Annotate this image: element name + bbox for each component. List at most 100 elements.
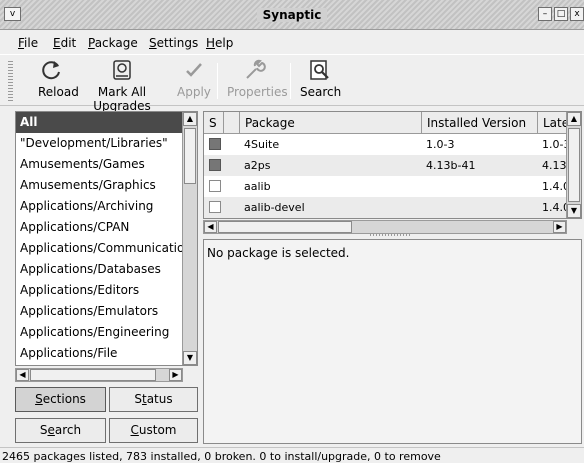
menu-edit-mnemonic: E — [53, 36, 61, 50]
hscroll-thumb[interactable] — [218, 221, 352, 233]
package-name: a2ps — [244, 159, 271, 172]
status-label: atus — [146, 392, 173, 406]
package-table[interactable]: S Package Installed Version Lates 4Suite… — [203, 111, 582, 219]
section-list-scrollbar[interactable]: ▲ ▼ — [182, 112, 197, 365]
scroll-left-arrow-icon[interactable]: ◀ — [204, 221, 217, 233]
reload-icon — [42, 61, 60, 80]
section-item[interactable]: Applications/File — [16, 343, 182, 364]
custom-button[interactable]: Custom — [109, 418, 198, 443]
apply-button[interactable]: Apply — [177, 58, 211, 99]
column-header-latest-version[interactable]: Lates — [538, 112, 568, 134]
scroll-up-arrow-icon[interactable]: ▲ — [567, 112, 581, 126]
menu-bar: File Edit Package Settings Help — [0, 31, 584, 53]
hscroll-thumb[interactable] — [30, 369, 156, 381]
package-name: aalib-devel — [244, 201, 305, 214]
column-header-package[interactable]: Package — [240, 112, 422, 134]
sections-mnemonic: S — [35, 392, 43, 406]
minimize-button[interactable]: – — [538, 7, 552, 21]
latest-version: 1.4.0 — [542, 180, 566, 193]
scroll-thumb[interactable] — [184, 128, 196, 184]
menu-help[interactable]: Help — [206, 36, 233, 50]
properties-label: Properties — [227, 85, 288, 99]
apply-label: Apply — [177, 85, 211, 99]
scroll-right-arrow-icon[interactable]: ▶ — [169, 369, 182, 381]
menu-help-mnemonic: H — [206, 36, 216, 50]
section-item[interactable]: Applications/Engineering — [16, 322, 182, 343]
scroll-right-arrow-icon[interactable]: ▶ — [553, 221, 566, 233]
table-row[interactable]: a2ps 4.13b-41 4.13b — [204, 155, 566, 176]
installed-status-icon[interactable] — [209, 138, 221, 150]
latest-version: 4.13b — [542, 159, 566, 172]
package-table-scrollbar[interactable]: ▲ ▼ — [566, 112, 581, 218]
mark-upgrades-icon — [113, 60, 131, 80]
mark-all-upgrades-button[interactable]: Mark All Upgrades — [72, 58, 172, 113]
search-label: Search — [300, 85, 342, 99]
column-header-installed-version[interactable]: Installed Version — [422, 112, 538, 134]
close-button[interactable]: x — [570, 7, 584, 21]
menu-package-label: ackage — [94, 36, 138, 50]
properties-button[interactable]: Properties — [227, 58, 288, 99]
installed-status-icon[interactable] — [209, 159, 221, 171]
not-installed-status-icon[interactable] — [209, 180, 221, 192]
menu-package-mnemonic: P — [88, 36, 95, 50]
scroll-up-arrow-icon[interactable]: ▲ — [183, 112, 197, 126]
section-item[interactable]: "Development/Libraries" — [16, 133, 182, 154]
status-label-start: S — [134, 392, 142, 406]
toolbar-grip[interactable] — [8, 61, 13, 101]
wrench-icon — [246, 59, 266, 79]
reload-button[interactable]: Reload — [38, 58, 79, 99]
section-item-all[interactable]: All — [16, 112, 182, 133]
not-installed-status-icon[interactable] — [209, 201, 221, 213]
sections-button[interactable]: Sections — [15, 387, 106, 412]
status-bar: 2465 packages listed, 783 installed, 0 b… — [0, 447, 584, 463]
status-button[interactable]: Status — [109, 387, 198, 412]
section-list[interactable]: All "Development/Libraries" Amusements/G… — [15, 111, 198, 366]
menu-settings-label: ettings — [156, 36, 199, 50]
package-name: aalib — [244, 180, 271, 193]
menu-file[interactable]: File — [18, 36, 38, 50]
section-item[interactable]: Applications/Databases — [16, 259, 182, 280]
custom-label: ustom — [138, 423, 177, 437]
search-filter-label: arch — [54, 423, 82, 437]
menu-edit[interactable]: Edit — [53, 36, 76, 50]
details-message: No package is selected. — [207, 246, 350, 260]
table-row[interactable]: 4Suite 1.0-3 1.0-3 — [204, 134, 566, 155]
table-row[interactable]: aalib-devel 1.4.0 — [204, 197, 566, 218]
column-header-status[interactable]: S — [204, 112, 224, 134]
section-item[interactable]: Amusements/Graphics — [16, 175, 182, 196]
search-filter-button[interactable]: Search — [15, 418, 106, 443]
toolbar-separator — [217, 63, 218, 99]
window-title-text: Synaptic — [256, 8, 328, 22]
search-button[interactable]: Search — [300, 58, 342, 99]
menu-file-label: ile — [24, 36, 39, 50]
installed-version: 1.0-3 — [426, 138, 455, 151]
table-row[interactable]: aalib 1.4.0 — [204, 176, 566, 197]
section-list-hscrollbar[interactable]: ◀ ▶ — [15, 368, 183, 382]
menu-settings-mnemonic: S — [149, 36, 157, 50]
menu-help-label: elp — [215, 36, 234, 50]
menu-edit-label: dit — [60, 36, 77, 50]
scroll-down-arrow-icon[interactable]: ▼ — [567, 204, 581, 218]
section-item[interactable]: Applications/Emulators — [16, 301, 182, 322]
scroll-down-arrow-icon[interactable]: ▼ — [183, 351, 197, 365]
section-item[interactable]: Applications/Archiving — [16, 196, 182, 217]
custom-mnemonic: C — [130, 423, 139, 437]
section-item[interactable]: Applications/CPAN — [16, 217, 182, 238]
section-item[interactable]: Applications/Communications — [16, 238, 182, 259]
menu-settings[interactable]: Settings — [149, 36, 198, 50]
section-item[interactable]: Applications/Editors — [16, 280, 182, 301]
search-icon — [310, 60, 329, 80]
title-bar: v Synaptic – □ x — [0, 0, 584, 30]
section-item[interactable]: Amusements/Games — [16, 154, 182, 175]
menu-package[interactable]: Package — [88, 36, 138, 50]
scroll-thumb[interactable] — [568, 128, 580, 202]
status-text: 2465 packages listed, 783 installed, 0 b… — [2, 450, 441, 463]
package-table-hscrollbar[interactable]: ◀ ▶ — [203, 220, 567, 234]
scroll-left-arrow-icon[interactable]: ◀ — [16, 369, 29, 381]
maximize-button[interactable]: □ — [554, 7, 568, 21]
checkmark-icon — [185, 63, 202, 77]
column-header-blank[interactable] — [224, 112, 240, 134]
pane-splitter-grip[interactable] — [370, 233, 410, 236]
latest-version: 1.0-3 — [542, 138, 566, 151]
toolbar-separator — [290, 63, 291, 99]
